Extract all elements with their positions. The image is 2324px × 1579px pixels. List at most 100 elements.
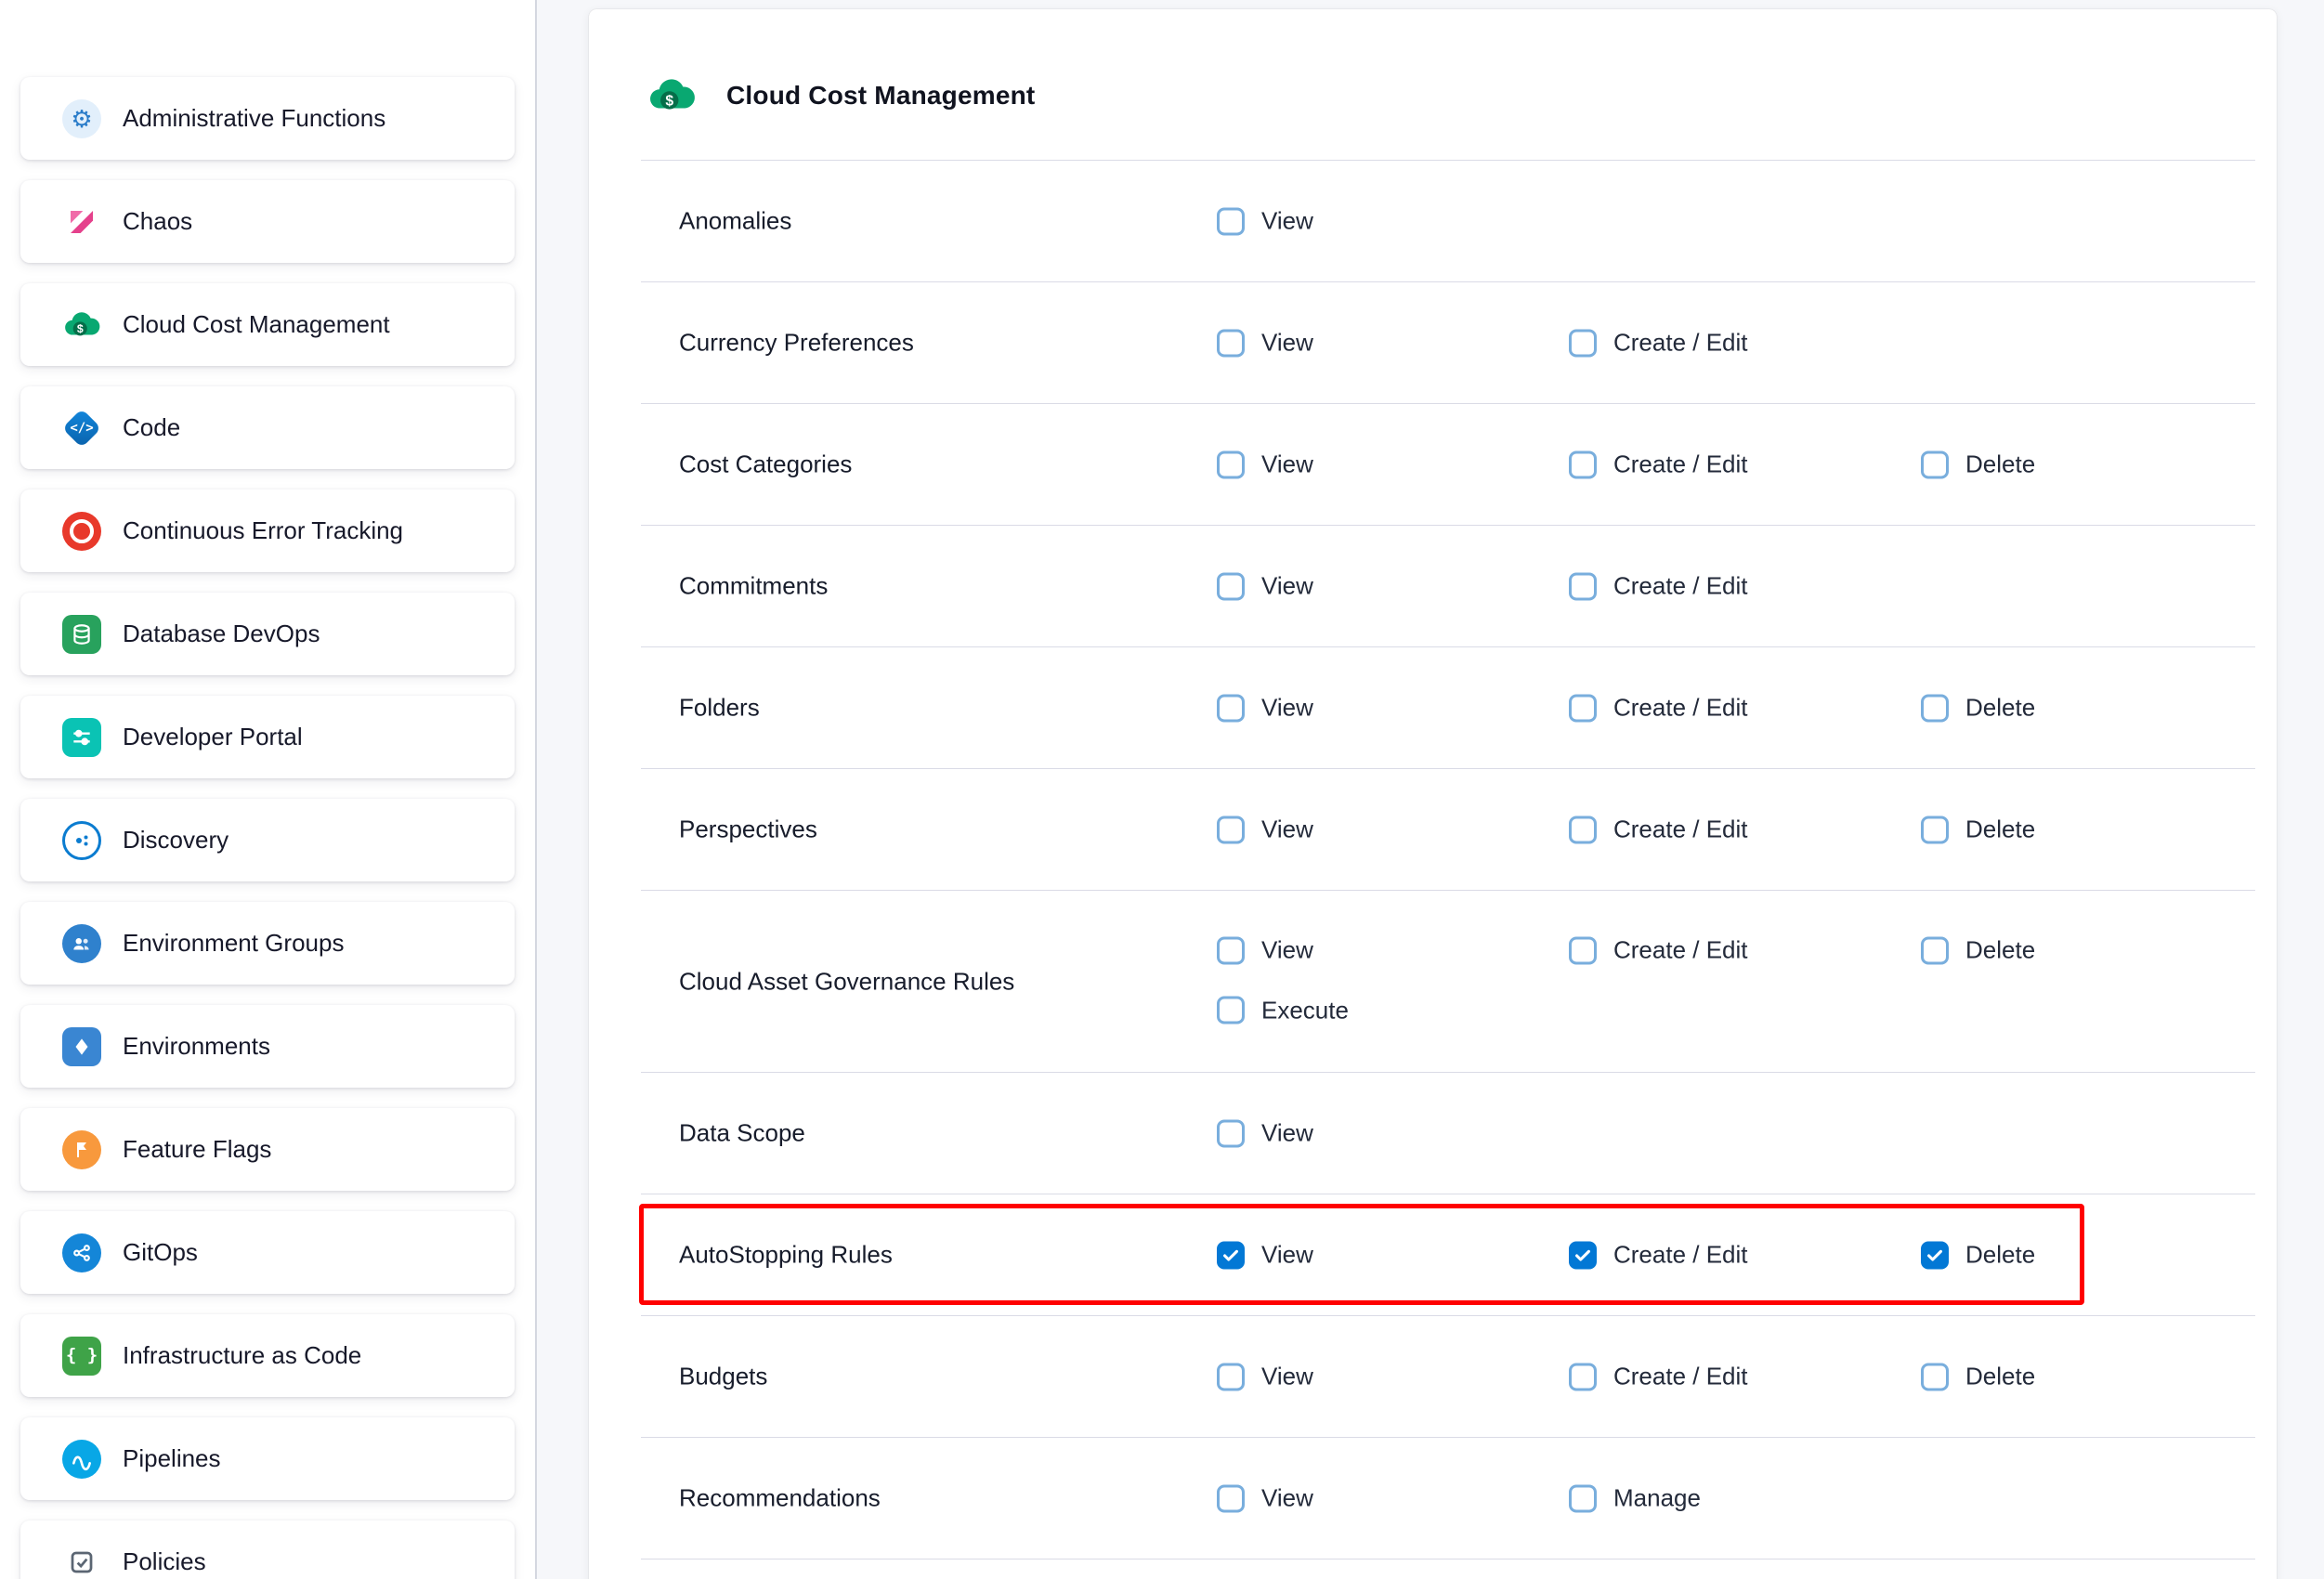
permission-label: View (1261, 450, 1313, 479)
sidebar-item-label: Administrative Functions (123, 104, 385, 133)
sidebar-item-label: GitOps (123, 1238, 198, 1267)
checkbox-view[interactable] (1217, 1484, 1245, 1512)
gear-icon: ⚙ (61, 98, 102, 139)
sidebar-item-cloud-cost-management[interactable]: $Cloud Cost Management (20, 283, 515, 366)
checkbox-view[interactable] (1217, 694, 1245, 722)
environment-groups-icon (61, 923, 102, 964)
permission-view: View (1217, 1119, 1313, 1148)
permission-label: Delete (1965, 1241, 2035, 1270)
permission-label: Create / Edit (1613, 1241, 1748, 1270)
permission-label: Create / Edit (1613, 1363, 1748, 1391)
checkbox-view[interactable] (1217, 329, 1245, 357)
svg-text:$: $ (665, 93, 673, 109)
checkbox-create-edit[interactable] (1569, 936, 1597, 964)
sidebar-item-discovery[interactable]: Discovery (20, 799, 515, 881)
permission-label: Create / Edit (1613, 572, 1748, 601)
permission-view: View (1217, 450, 1313, 479)
permission-label: Delete (1965, 816, 2035, 844)
sidebar-item-chaos[interactable]: Chaos (20, 180, 515, 263)
resource-name: Folders (679, 694, 760, 723)
permission-create-edit: Create / Edit (1569, 1241, 1748, 1270)
permission-view: View (1217, 1484, 1313, 1513)
checkbox-create-edit[interactable] (1569, 1241, 1597, 1269)
sidebar-item-environments[interactable]: Environments (20, 1005, 515, 1088)
chaos-icon (61, 202, 102, 242)
sidebar-item-infrastructure-as-code[interactable]: { }Infrastructure as Code (20, 1314, 515, 1397)
resource-name: Commitments (679, 572, 828, 601)
permission-label: View (1261, 329, 1313, 358)
checkbox-create-edit[interactable] (1569, 572, 1597, 600)
checkbox-view[interactable] (1217, 936, 1245, 964)
sidebar-item-gitops[interactable]: GitOps (20, 1211, 515, 1294)
checkbox-create-edit[interactable] (1569, 329, 1597, 357)
resource-name: Data Scope (679, 1119, 805, 1148)
permission-row-recommendations: RecommendationsViewManage (641, 1438, 2255, 1559)
checkbox-view[interactable] (1217, 1241, 1245, 1269)
permission-delete: Delete (1921, 1241, 2035, 1270)
checkbox-delete[interactable] (1921, 694, 1949, 722)
permission-label: View (1261, 1119, 1313, 1148)
checkbox-view[interactable] (1217, 207, 1245, 235)
permission-create-edit: Create / Edit (1569, 816, 1748, 844)
permission-label: View (1261, 694, 1313, 723)
svg-text:$: $ (77, 322, 84, 335)
checkbox-manage[interactable] (1569, 1484, 1597, 1512)
checkbox-view[interactable] (1217, 816, 1245, 843)
checkbox-view[interactable] (1217, 450, 1245, 478)
sidebar-item-feature-flags[interactable]: Feature Flags (20, 1108, 515, 1191)
sidebar-item-database-devops[interactable]: Database DevOps (20, 593, 515, 675)
checkbox-view[interactable] (1217, 1363, 1245, 1390)
resource-name: Anomalies (679, 207, 791, 236)
checkbox-delete[interactable] (1921, 450, 1949, 478)
checkbox-delete[interactable] (1921, 1363, 1949, 1390)
checkbox-create-edit[interactable] (1569, 694, 1597, 722)
checkbox-delete[interactable] (1921, 936, 1949, 964)
checkbox-delete[interactable] (1921, 1241, 1949, 1269)
sidebar-item-environment-groups[interactable]: Environment Groups (20, 902, 515, 985)
checkbox-view[interactable] (1217, 572, 1245, 600)
permission-row-commitments: Commitments View Create / Edit (641, 526, 2255, 647)
resource-name: Perspectives (679, 816, 817, 844)
resource-name: Recommendations (679, 1484, 881, 1513)
permission-label: Create / Edit (1613, 450, 1748, 479)
sidebar-item-label: Environment Groups (123, 929, 344, 958)
checkbox-create-edit[interactable] (1569, 816, 1597, 843)
permission-label: Create / Edit (1613, 816, 1748, 844)
checkbox-view[interactable] (1217, 1119, 1245, 1147)
sidebar-item-continuous-error-tracking[interactable]: Continuous Error Tracking (20, 489, 515, 572)
module-sidebar: ⚙ Administrative Functions Chaos $Cloud Cos… (0, 0, 535, 1579)
permission-label: View (1261, 207, 1313, 236)
permission-row-perspectives: Perspectives View Create / Edit Delete (641, 769, 2255, 891)
permission-label: View (1261, 816, 1313, 844)
sidebar-item-code[interactable]: </>Code (20, 386, 515, 469)
pipelines-icon (61, 1439, 102, 1480)
permission-row-anomalies: Anomalies View (641, 161, 2255, 282)
iac-icon: { } (61, 1336, 102, 1377)
permission-label: View (1261, 572, 1313, 601)
database-icon (61, 614, 102, 655)
permission-label: Create / Edit (1613, 329, 1748, 358)
checkbox-delete[interactable] (1921, 816, 1949, 843)
permission-row-autostopping-rules: AutoStopping RulesViewCreate / EditDelet… (641, 1194, 2255, 1316)
sidebar-item-developer-portal[interactable]: Developer Portal (20, 696, 515, 778)
module-list: ⚙ Administrative Functions Chaos $Cloud Cos… (20, 77, 515, 1579)
permission-create-edit: Create / Edit (1569, 936, 1748, 965)
permission-delete: Delete (1921, 816, 2035, 844)
permission-create-edit: Create / Edit (1569, 1363, 1748, 1391)
permission-label: View (1261, 1484, 1313, 1513)
permission-row-currency-preferences: Currency PreferencesViewCreate / Edit (641, 282, 2255, 404)
sidebar-item-label: Chaos (123, 207, 192, 236)
page-title: Cloud Cost Management (726, 81, 1035, 111)
checkbox-execute[interactable] (1217, 997, 1245, 1024)
permission-label: View (1261, 1363, 1313, 1391)
sidebar-item-pipelines[interactable]: Pipelines (20, 1417, 515, 1500)
sidebar-item-administrative-functions[interactable]: ⚙ Administrative Functions (20, 77, 515, 160)
sliders-icon (61, 717, 102, 758)
permission-view: View (1217, 816, 1313, 844)
permission-create-edit: Create / Edit (1569, 572, 1748, 601)
permission-label: Delete (1965, 1363, 2035, 1391)
permission-row-data-scope: Data Scope View (641, 1073, 2255, 1194)
checkbox-create-edit[interactable] (1569, 1363, 1597, 1390)
sidebar-item-policies[interactable]: Policies (20, 1520, 515, 1579)
checkbox-create-edit[interactable] (1569, 450, 1597, 478)
